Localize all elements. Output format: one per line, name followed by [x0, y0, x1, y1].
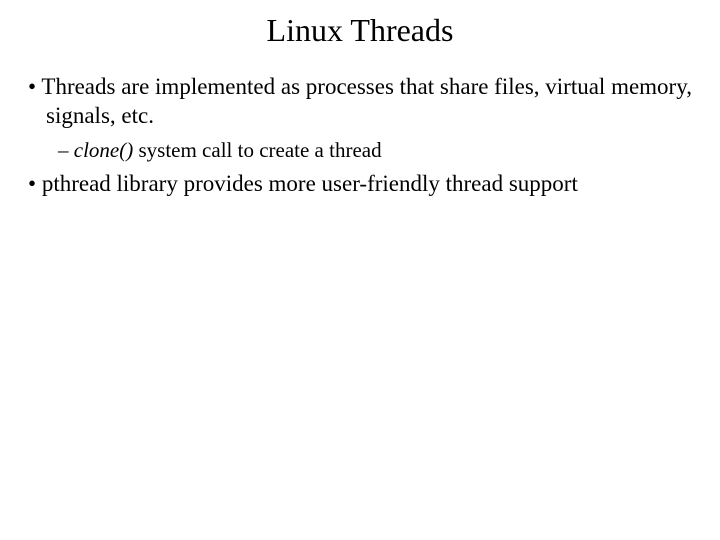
- slide-title: Linux Threads: [20, 12, 700, 49]
- code-term: clone(): [74, 138, 133, 162]
- sub-bullet-item: clone() system call to create a thread: [20, 137, 700, 164]
- sub-bullet-text: system call to create a thread: [133, 138, 381, 162]
- bullet-list: Threads are implemented as processes tha…: [20, 73, 700, 199]
- bullet-item: Threads are implemented as processes tha…: [20, 73, 700, 131]
- bullet-item: pthread library provides more user-frien…: [20, 170, 700, 199]
